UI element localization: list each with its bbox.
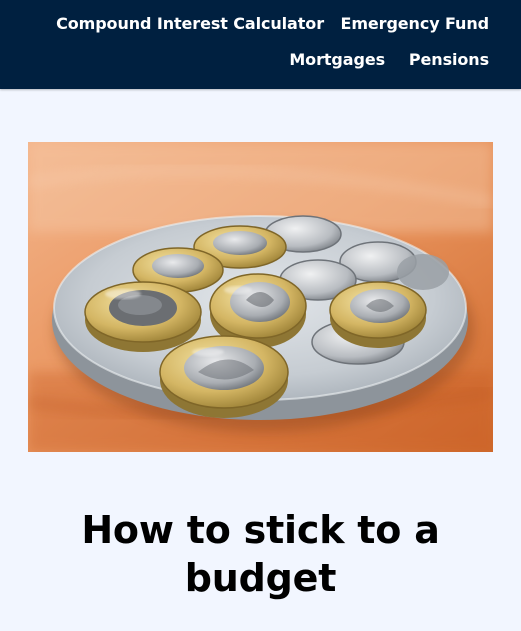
top-navigation-bar: Compound Interest Calculator Emergency F… xyxy=(0,0,521,89)
coins-illustration xyxy=(28,142,493,452)
hero-image xyxy=(28,142,493,452)
article-title-line-1: How to stick to a xyxy=(81,508,440,552)
nav-link-mortgages[interactable]: Mortgages xyxy=(289,51,385,69)
nav-link-emergency-fund[interactable]: Emergency Fund xyxy=(341,15,490,33)
article-title-line-2: budget xyxy=(184,556,337,600)
nav-link-compound-interest-calculator[interactable]: Compound Interest Calculator xyxy=(56,15,324,33)
nav-link-pensions[interactable]: Pensions xyxy=(409,51,489,69)
article-title: How to stick to a budget xyxy=(0,506,521,602)
